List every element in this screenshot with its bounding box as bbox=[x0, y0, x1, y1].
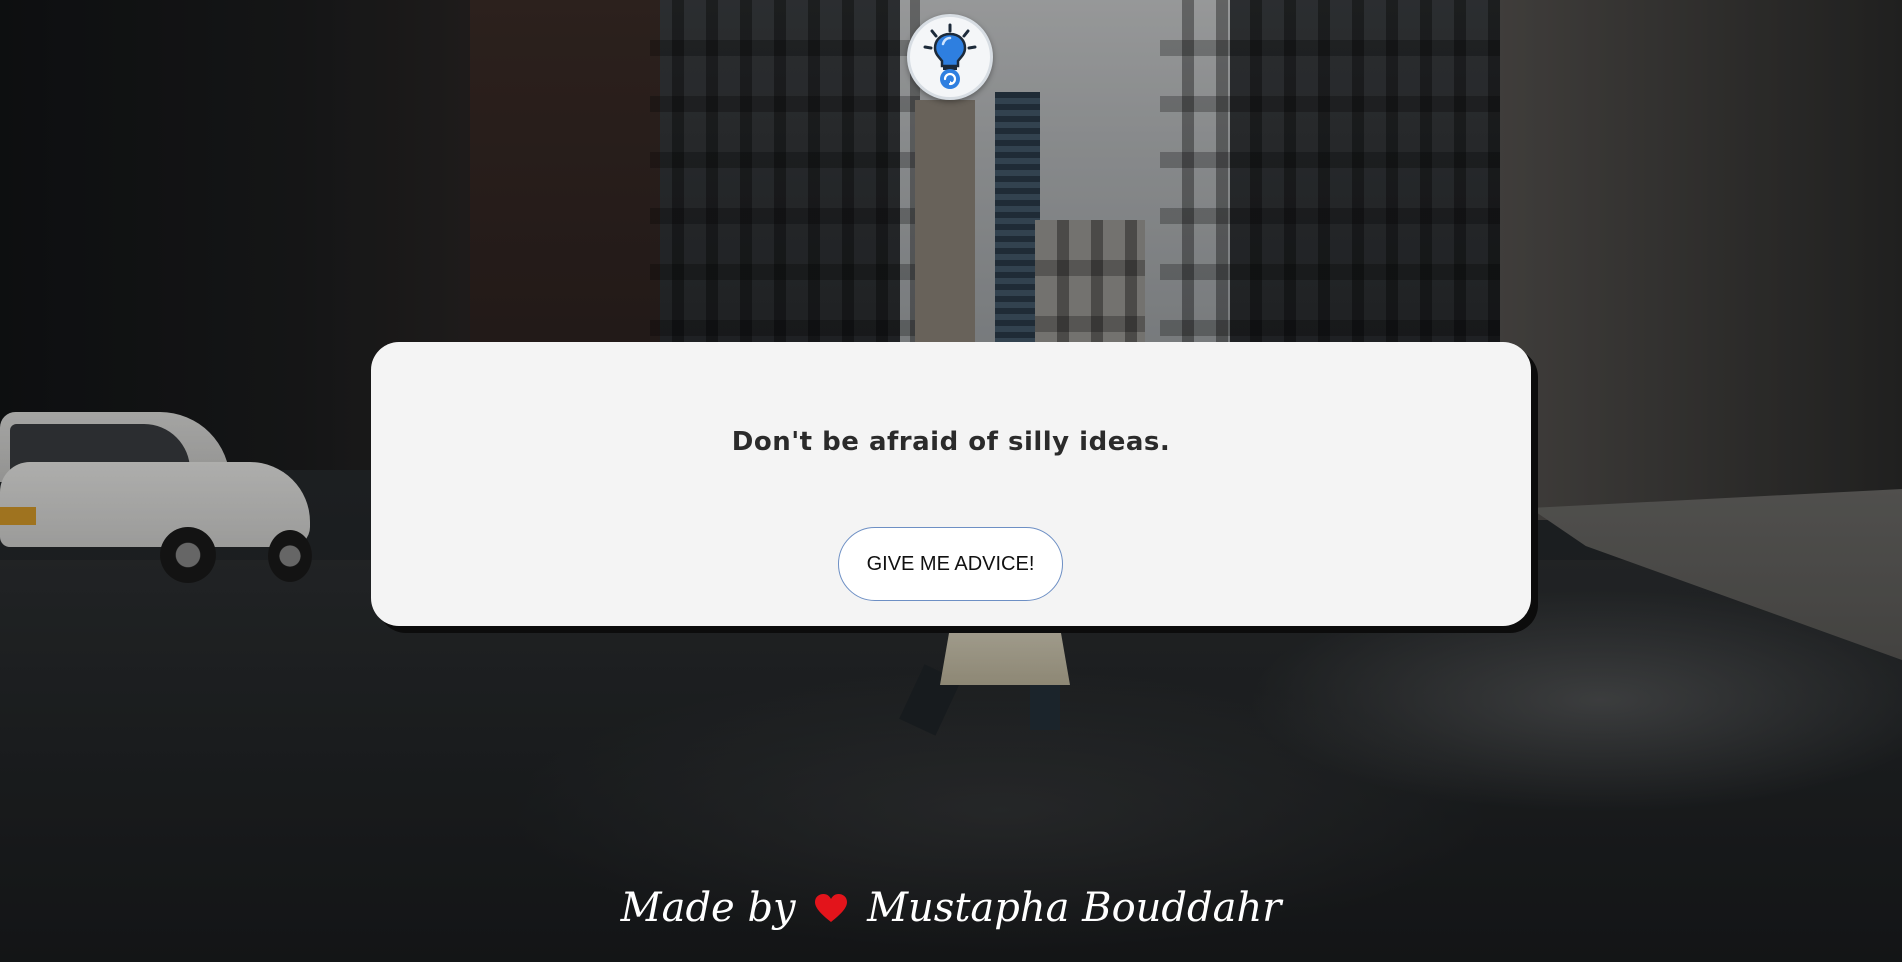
lightbulb-refresh-icon bbox=[923, 23, 977, 89]
advice-quote: Don't be afraid of silly ideas. bbox=[731, 427, 1171, 457]
advice-card: Don't be afraid of silly ideas. GIVE ME … bbox=[371, 342, 1531, 626]
footer-credit: Made by Mustapha Bouddahr bbox=[0, 882, 1902, 931]
heart-icon bbox=[815, 894, 848, 922]
footer-author-name: Mustapha Bouddahr bbox=[867, 885, 1282, 931]
footer-made-by: Made by bbox=[620, 885, 796, 931]
app-logo bbox=[907, 14, 993, 100]
give-me-advice-button[interactable]: GIVE ME ADVICE! bbox=[838, 527, 1063, 601]
